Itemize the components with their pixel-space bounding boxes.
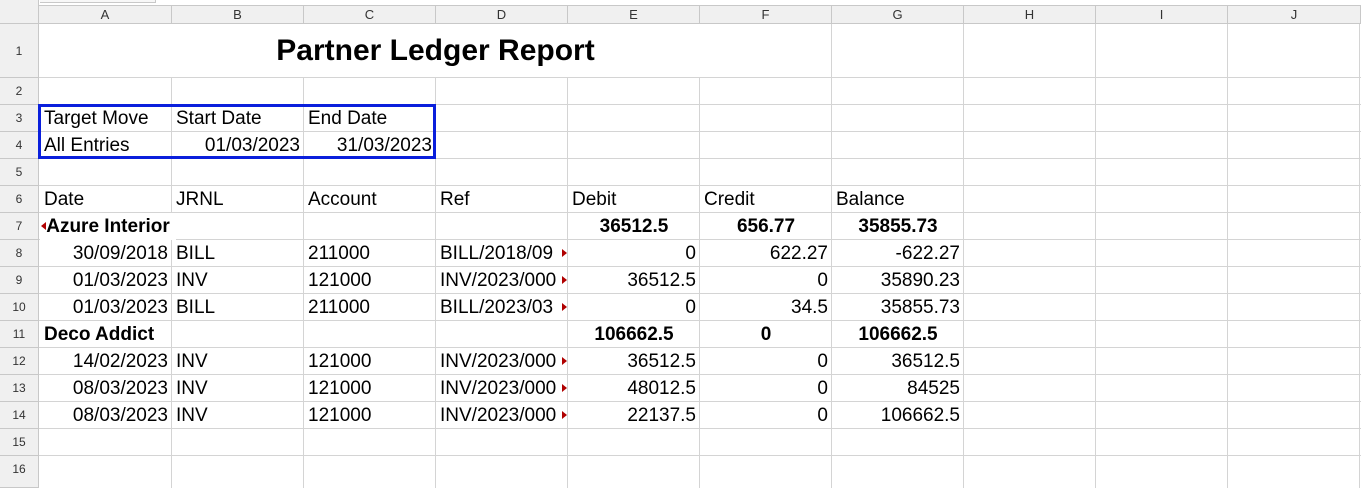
column-header-a[interactable]: A [39,5,172,24]
line-credit[interactable]: 622.27 [700,240,832,267]
row-header-13[interactable]: 13 [0,375,39,402]
column-header-b[interactable]: B [172,5,304,24]
line-ref[interactable]: INV/2023/000 [436,348,566,375]
line-jrnl[interactable]: INV [172,375,304,402]
row-header-16[interactable]: 16 [0,456,39,488]
column-header-j[interactable]: J [1228,5,1361,24]
line-balance[interactable]: 84525 [832,375,964,402]
overflow-indicator-icon [562,276,567,284]
partner-debit[interactable]: 106662.5 [568,321,700,348]
line-date[interactable]: 08/03/2023 [40,375,172,402]
line-ref[interactable]: BILL/2018/09 [436,240,566,267]
line-ref[interactable]: BILL/2023/03 [436,294,566,321]
line-date[interactable]: 14/02/2023 [40,348,172,375]
header-credit[interactable]: Credit [700,186,832,213]
line-date[interactable]: 30/09/2018 [40,240,172,267]
cell-end-date[interactable]: 31/03/2023 [304,132,436,159]
line-credit[interactable]: 0 [700,375,832,402]
line-debit[interactable]: 0 [568,240,700,267]
line-balance[interactable]: 36512.5 [832,348,964,375]
header-account[interactable]: Account [304,186,436,213]
line-debit[interactable]: 0 [568,294,700,321]
partner-credit[interactable]: 0 [700,321,832,348]
overflow-indicator-icon [562,303,567,311]
cell-target-move-label[interactable]: Target Move [40,105,172,132]
overflow-indicator-icon [562,384,567,392]
name-box-edge [40,0,156,3]
row-header-12[interactable]: 12 [0,348,39,375]
partner-name[interactable]: Azure Interior [40,213,176,240]
row-header-9[interactable]: 9 [0,267,39,294]
partner-debit[interactable]: 36512.5 [568,213,700,240]
header-ref[interactable]: Ref [436,186,568,213]
header-balance[interactable]: Balance [832,186,964,213]
row-header-7[interactable]: 7 [0,213,39,240]
line-jrnl[interactable]: INV [172,402,304,429]
line-balance[interactable]: 35855.73 [832,294,964,321]
header-jrnl[interactable]: JRNL [172,186,304,213]
line-balance[interactable]: 35890.23 [832,267,964,294]
partner-credit[interactable]: 656.77 [700,213,832,240]
overflow-indicator-icon [562,249,567,257]
line-account[interactable]: 121000 [304,375,436,402]
line-date[interactable]: 01/03/2023 [40,294,172,321]
line-ref[interactable]: INV/2023/000 [436,402,566,429]
row-header-1[interactable]: 1 [0,24,39,78]
line-credit[interactable]: 0 [700,267,832,294]
row-header-6[interactable]: 6 [0,186,39,213]
line-account[interactable]: 121000 [304,402,436,429]
line-credit[interactable]: 34.5 [700,294,832,321]
line-debit[interactable]: 22137.5 [568,402,700,429]
line-debit[interactable]: 48012.5 [568,375,700,402]
line-debit[interactable]: 36512.5 [568,267,700,294]
cell-end-date-label[interactable]: End Date [304,105,436,132]
line-account[interactable]: 211000 [304,240,436,267]
line-jrnl[interactable]: INV [172,267,304,294]
row-header-3[interactable]: 3 [0,105,39,132]
row-header-5[interactable]: 5 [0,159,39,186]
column-header-c[interactable]: C [304,5,436,24]
line-debit[interactable]: 36512.5 [568,348,700,375]
row-header-15[interactable]: 15 [0,429,39,456]
header-debit[interactable]: Debit [568,186,700,213]
line-date[interactable]: 08/03/2023 [40,402,172,429]
partner-balance[interactable]: 35855.73 [832,213,964,240]
line-jrnl[interactable]: INV [172,348,304,375]
line-ref[interactable]: INV/2023/000 [436,267,566,294]
line-credit[interactable]: 0 [700,348,832,375]
row-header-4[interactable]: 4 [0,132,39,159]
column-header-i[interactable]: I [1096,5,1228,24]
line-jrnl[interactable]: BILL [172,294,304,321]
cell-start-date[interactable]: 01/03/2023 [172,132,304,159]
line-balance[interactable]: -622.27 [832,240,964,267]
overflow-indicator-icon [562,411,567,419]
report-title[interactable]: Partner Ledger Report [40,24,831,78]
overflow-indicator-icon [41,222,46,230]
column-header-e[interactable]: E [568,5,700,24]
partner-balance[interactable]: 106662.5 [832,321,964,348]
row-header-8[interactable]: 8 [0,240,39,267]
select-all-corner[interactable] [0,0,39,24]
column-header-d[interactable]: D [436,5,568,24]
line-jrnl[interactable]: BILL [172,240,304,267]
column-header-f[interactable]: F [700,5,832,24]
column-header-h[interactable]: H [964,5,1096,24]
overflow-indicator-icon [562,357,567,365]
line-account[interactable]: 211000 [304,294,436,321]
row-header-11[interactable]: 11 [0,321,39,348]
line-credit[interactable]: 0 [700,402,832,429]
cell-start-date-label[interactable]: Start Date [172,105,304,132]
cell-target-move[interactable]: All Entries [40,132,172,159]
header-date[interactable]: Date [40,186,172,213]
line-account[interactable]: 121000 [304,348,436,375]
column-header-g[interactable]: G [832,5,964,24]
row-header-14[interactable]: 14 [0,402,39,429]
row-header-2[interactable]: 2 [0,78,39,105]
line-ref[interactable]: INV/2023/000 [436,375,566,402]
line-balance[interactable]: 106662.5 [832,402,964,429]
line-date[interactable]: 01/03/2023 [40,267,172,294]
line-account[interactable]: 121000 [304,267,436,294]
row-header-10[interactable]: 10 [0,294,39,321]
partner-name[interactable]: Deco Addict [40,321,172,348]
